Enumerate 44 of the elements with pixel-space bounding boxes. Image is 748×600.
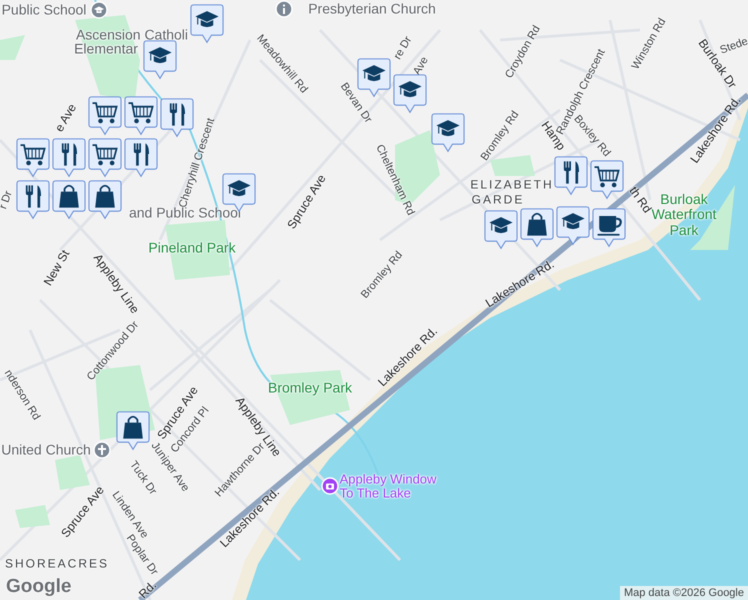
area-label: SHOREACRES — [4, 557, 110, 571]
street-label: Rd. — [136, 578, 160, 600]
camera-icon — [321, 477, 339, 495]
shopping-cart-marker[interactable] — [88, 138, 122, 179]
place-label: Presbyterian Church — [308, 1, 436, 17]
shopping-bag-marker[interactable] — [52, 180, 86, 221]
place-label: Appleby Window To The Lake — [340, 472, 436, 502]
google-logo[interactable]: Google — [6, 576, 72, 598]
shopping-cart-marker[interactable] — [16, 138, 50, 179]
street-label: r Dr — [0, 189, 15, 211]
graduation-cap-marker[interactable] — [190, 4, 224, 45]
graduation-cap-marker[interactable] — [143, 40, 177, 81]
place-label: Ascension Catholi — [76, 27, 188, 43]
place-label: United Church — [1, 442, 91, 458]
shopping-cart-marker[interactable] — [124, 96, 158, 137]
area-label: GARDE — [472, 193, 524, 207]
graduation-cap-marker[interactable] — [484, 210, 518, 251]
park-label: Burloak Waterfront Park — [652, 192, 716, 238]
park-label: Pineland Park — [148, 240, 236, 256]
fork-knife-marker[interactable] — [16, 180, 50, 221]
graduation-cap-marker[interactable] — [431, 113, 465, 154]
fork-knife-marker[interactable] — [554, 156, 588, 197]
fork-knife-marker[interactable] — [160, 98, 194, 139]
fork-knife-marker[interactable] — [124, 138, 158, 179]
shopping-bag-marker[interactable] — [88, 180, 122, 221]
shopping-bag-marker[interactable] — [520, 208, 554, 249]
park-label: Bromley Park — [268, 380, 352, 396]
coffee-cup-marker[interactable] — [592, 208, 626, 249]
graduation-cap-icon — [90, 1, 108, 19]
street-label: e Ave — [52, 102, 80, 134]
shopping-cart-marker[interactable] — [88, 96, 122, 137]
area-label: ELIZABETH — [470, 178, 554, 192]
place-label: Elementar — [74, 41, 138, 57]
map-attribution: Map data ©2026 Google — [620, 586, 748, 600]
info-icon — [275, 0, 293, 18]
shopping-cart-marker[interactable] — [590, 160, 624, 201]
park-area — [0, 35, 25, 60]
graduation-cap-marker[interactable] — [393, 74, 427, 115]
shopping-bag-marker[interactable] — [116, 411, 150, 452]
fork-knife-marker[interactable] — [52, 138, 86, 179]
graduation-cap-marker[interactable] — [556, 206, 590, 247]
cross-icon — [93, 441, 111, 459]
park-area — [15, 505, 50, 528]
place-label: Public School — [2, 2, 86, 18]
